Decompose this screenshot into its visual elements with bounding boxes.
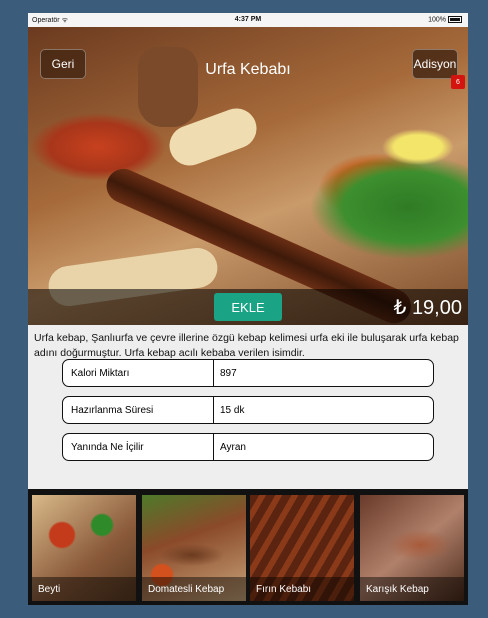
info-value: Ayran	[220, 441, 246, 453]
jug-shape	[138, 47, 198, 127]
info-key: Kalori Miktarı	[63, 360, 214, 386]
related-item-firin-kebabi[interactable]: Fırın Kebabı	[250, 495, 354, 601]
info-table: Kalori Miktarı 897 Hazırlanma Süresi 15 …	[62, 359, 434, 470]
info-value: 15 dk	[220, 404, 245, 416]
page-title: Urfa Kebabı	[205, 61, 291, 78]
related-item-beyti[interactable]: Beyti	[32, 495, 136, 601]
app-screen: Operatör ᯤ 4:37 PM 100% Geri Urfa Kebabı…	[28, 13, 468, 605]
related-item-label: Fırın Kebabı	[250, 577, 354, 601]
add-button[interactable]: EKLE	[214, 293, 282, 321]
info-row-prep-time: Hazırlanma Süresi 15 dk	[62, 396, 434, 424]
battery-percent: 100%	[428, 16, 446, 24]
info-row-drink: Yanında Ne İçilir Ayran	[62, 433, 434, 461]
info-value: 897	[220, 367, 237, 379]
info-row-calories: Kalori Miktarı 897	[62, 359, 434, 387]
related-item-label: Beyti	[32, 577, 136, 601]
related-products-strip: Beyti Domatesli Kebap Fırın Kebabı Karış…	[28, 489, 468, 605]
product-description: Urfa kebap, Şanlıurfa ve çevre illerine …	[34, 332, 459, 359]
battery-icon	[448, 16, 462, 23]
related-item-label: Karışık Kebap	[360, 577, 464, 601]
battery-indicator: 100%	[428, 16, 462, 23]
clock: 4:37 PM	[234, 16, 262, 23]
price-label: ₺ 19,00	[393, 297, 462, 319]
related-item-domatesli-kebap[interactable]: Domatesli Kebap	[142, 495, 246, 601]
status-bar: Operatör ᯤ 4:37 PM 100%	[28, 13, 468, 27]
info-key: Hazırlanma Süresi	[63, 397, 214, 423]
product-image: Geri Urfa Kebabı Adisyon 6 EKLE ₺ 19,00	[28, 27, 468, 329]
info-key: Yanında Ne İçilir	[63, 434, 214, 460]
related-item-karisik-kebap[interactable]: Karışık Kebap	[360, 495, 464, 601]
related-item-label: Domatesli Kebap	[142, 577, 246, 601]
order-count-badge: 6	[451, 75, 465, 89]
